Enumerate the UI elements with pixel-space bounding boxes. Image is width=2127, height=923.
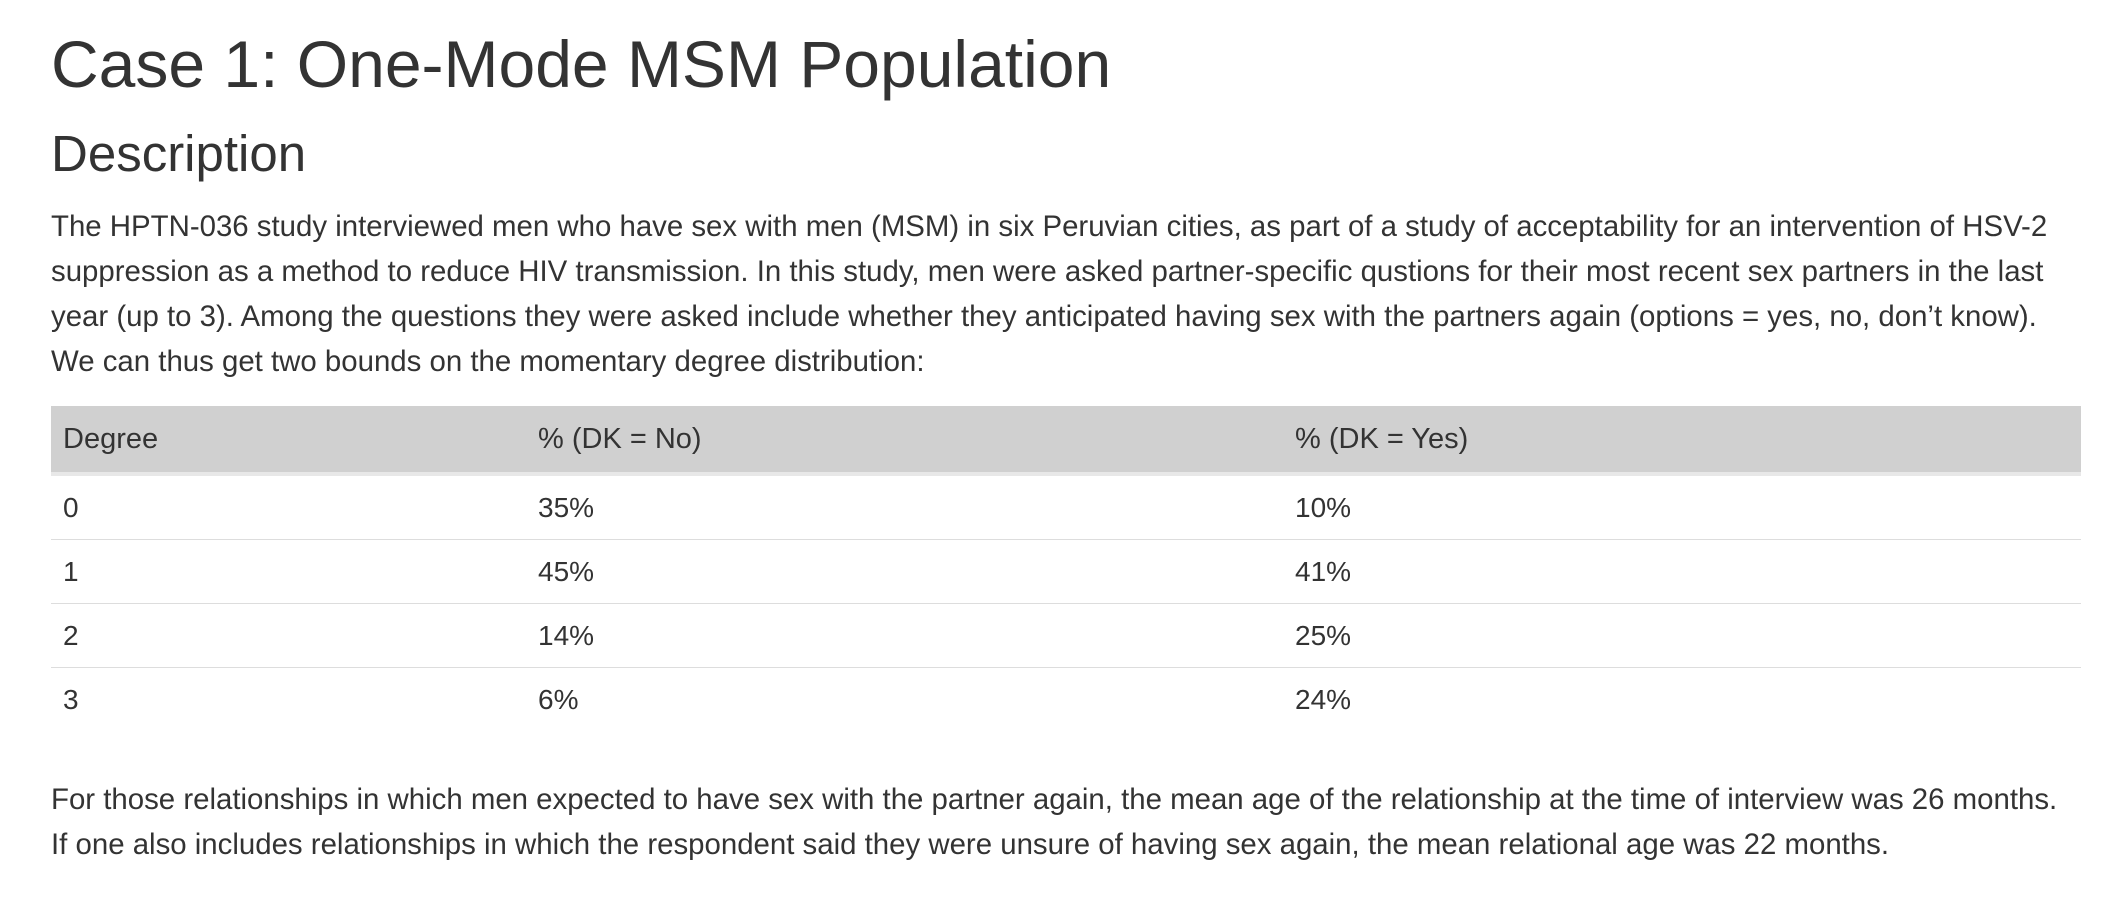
- table-header-row: Degree % (DK = No) % (DK = Yes): [51, 406, 2081, 476]
- cell-dk-no: 35%: [526, 474, 1283, 540]
- cell-dk-yes: 24%: [1295, 683, 1352, 715]
- degree-distribution-table: Degree % (DK = No) % (DK = Yes) 0 35% 10…: [51, 406, 2081, 731]
- table-row: 1 45% 41%: [51, 539, 2081, 604]
- table-row: 0 35% 10%: [51, 474, 2081, 540]
- cell-degree: 2: [51, 603, 526, 668]
- cell-degree: 1: [51, 539, 526, 604]
- column-header-dk-no: % (DK = No): [526, 406, 1283, 476]
- cell-dk-no: 14%: [526, 603, 1283, 668]
- cell-dk-yes: 25%: [1283, 603, 2081, 668]
- column-header-degree: Degree: [51, 406, 526, 476]
- cell-degree: 3: [63, 683, 79, 715]
- column-header-dk-yes: % (DK = Yes): [1283, 406, 2081, 476]
- table-row: 2 14% 25%: [51, 603, 2081, 668]
- cell-dk-yes: 41%: [1283, 539, 2081, 604]
- page-title: Case 1: One-Mode MSM Population: [51, 27, 1112, 101]
- section-heading-description: Description: [51, 125, 307, 182]
- cell-dk-yes: 10%: [1283, 474, 2081, 540]
- cell-dk-no: 45%: [526, 539, 1283, 604]
- cell-degree: 0: [51, 474, 526, 540]
- cell-dk-no: 6%: [538, 683, 579, 715]
- outro-paragraph: For those relationships in which men exp…: [51, 783, 2058, 861]
- intro-paragraph: The HPTN-036 study interviewed men who h…: [51, 210, 2048, 378]
- table-row: 3 6% 24%: [51, 668, 2081, 732]
